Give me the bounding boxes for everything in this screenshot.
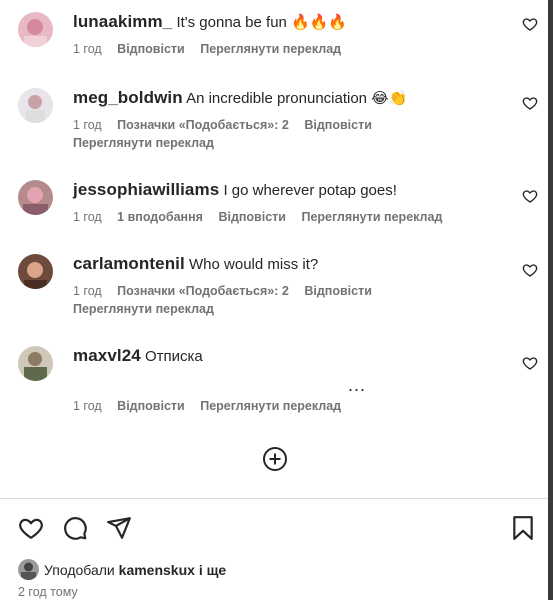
comment-text: Who would miss it? bbox=[189, 256, 319, 273]
comment-text: Отписка bbox=[144, 348, 203, 365]
heart-icon[interactable] bbox=[522, 355, 538, 371]
see-translation-button[interactable]: Переглянути переклад bbox=[200, 42, 341, 56]
post-time[interactable]: 2 год тому bbox=[18, 585, 78, 599]
comment-username[interactable]: jessophiawilliams bbox=[73, 180, 219, 199]
bookmark-icon[interactable] bbox=[510, 515, 536, 541]
avatar[interactable] bbox=[18, 346, 53, 381]
comment-username[interactable]: maxvl24 bbox=[73, 346, 141, 365]
comment-time[interactable]: 1 год bbox=[73, 42, 102, 56]
liked-by-prefix: Уподобали bbox=[44, 562, 115, 578]
liked-by-user[interactable]: kamenskux bbox=[119, 562, 195, 578]
comment-time[interactable]: 1 год bbox=[73, 284, 102, 298]
heart-icon[interactable] bbox=[522, 95, 538, 111]
comment-username[interactable]: carlamontenil bbox=[73, 254, 185, 273]
scroll-edge bbox=[548, 0, 553, 600]
avatar[interactable] bbox=[18, 180, 53, 215]
see-translation-button[interactable]: Переглянути переклад bbox=[73, 134, 508, 152]
likes-count[interactable]: 1 вподобання bbox=[117, 210, 203, 224]
avatar[interactable] bbox=[18, 559, 39, 580]
see-translation-button[interactable]: Переглянути переклад bbox=[200, 399, 341, 413]
add-circle-icon[interactable] bbox=[262, 446, 288, 472]
comment-time[interactable]: 1 год bbox=[73, 399, 102, 413]
reply-button[interactable]: Відповісти bbox=[304, 284, 372, 298]
comment-time[interactable]: 1 год bbox=[73, 210, 102, 224]
heart-icon[interactable] bbox=[522, 262, 538, 278]
see-translation-button[interactable]: Переглянути переклад bbox=[301, 210, 442, 224]
heart-icon[interactable] bbox=[18, 515, 44, 541]
reply-button[interactable]: Відповісти bbox=[117, 399, 185, 413]
comment-text: I go wherever potap goes! bbox=[223, 182, 397, 199]
comment-text: An incredible pronunciation 😂👏 bbox=[186, 90, 408, 107]
comment-icon[interactable] bbox=[62, 515, 88, 541]
comment-username[interactable]: meg_boldwin bbox=[73, 88, 183, 107]
heart-icon[interactable] bbox=[522, 188, 538, 204]
reply-button[interactable]: Відповісти bbox=[117, 42, 185, 56]
avatar[interactable] bbox=[18, 88, 53, 123]
heart-icon[interactable] bbox=[522, 16, 538, 32]
reply-button[interactable]: Відповісти bbox=[218, 210, 286, 224]
comment-username[interactable]: lunaakimm_ bbox=[73, 12, 172, 31]
likes-count[interactable]: Позначки «Подобається»: 2 bbox=[117, 284, 289, 298]
see-translation-button[interactable]: Переглянути переклад bbox=[73, 300, 508, 318]
divider bbox=[0, 498, 548, 499]
comment-time[interactable]: 1 год bbox=[73, 118, 102, 132]
avatar[interactable] bbox=[18, 254, 53, 289]
reply-button[interactable]: Відповісти bbox=[304, 118, 372, 132]
likes-count[interactable]: Позначки «Подобається»: 2 bbox=[117, 118, 289, 132]
share-icon[interactable] bbox=[106, 515, 132, 541]
more-options-icon[interactable]: ... bbox=[348, 375, 366, 396]
avatar[interactable] bbox=[18, 12, 53, 47]
liked-by-others[interactable]: і ще bbox=[199, 562, 226, 578]
comment-text: It's gonna be fun 🔥🔥🔥 bbox=[176, 14, 348, 31]
